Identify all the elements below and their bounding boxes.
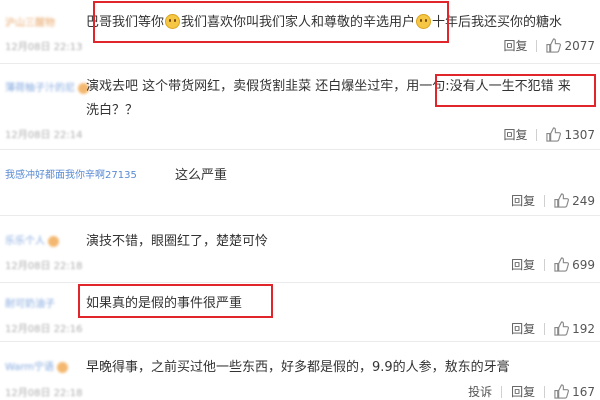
thumbs-up-icon [554, 321, 570, 336]
reply-button[interactable]: 回复 [511, 256, 535, 273]
comment-username-text: 薄荷柚子汁的尼 [5, 83, 75, 94]
comment-item: 我感冲好都面我你辛啊27135 这么严重 回复 249 [0, 150, 600, 218]
reply-button[interactable]: 回复 [503, 126, 527, 143]
like-count: 167 [572, 384, 595, 399]
like-count: 249 [572, 193, 595, 208]
reply-button[interactable]: 回复 [511, 320, 535, 337]
comment-actions: 回复 192 [511, 320, 595, 337]
comment-actions: 投诉 回复 167 [468, 383, 595, 400]
vip-badge-icon [57, 361, 69, 373]
like-count: 192 [572, 321, 595, 336]
comment-time: 12月08日 22:14 [5, 130, 83, 141]
comment-text: 演技不错，眼圈红了，楚楚可怜 [86, 234, 269, 249]
highlight-box [78, 284, 273, 318]
like-count: 2077 [564, 38, 595, 53]
comment-username[interactable]: 乐乐个人 [5, 232, 59, 247]
comment-actions: 回复 1307 [503, 126, 595, 143]
divider [501, 385, 503, 398]
like-button[interactable]: 192 [554, 321, 595, 336]
comment-username[interactable]: 沪山三醒物 [5, 14, 55, 29]
divider [536, 128, 538, 141]
like-button[interactable]: 699 [554, 257, 595, 272]
like-count: 699 [572, 257, 595, 272]
comment-item: Warm宁语 早晚得事，之前买过他一些东西，好多都是假的，9.9的人参，敖东的牙… [0, 342, 600, 400]
comment-actions: 回复 699 [511, 256, 595, 273]
highlight-box [93, 1, 449, 43]
highlight-box [435, 74, 596, 107]
thumbs-up-icon [554, 193, 570, 208]
thumbs-up-icon [546, 38, 562, 53]
reply-button[interactable]: 回复 [511, 192, 535, 209]
comment-time: 12月08日 22:13 [5, 42, 83, 53]
comment-actions: 回复 249 [511, 192, 595, 209]
comment-username[interactable]: 我感冲好都面我你辛啊27135 [5, 166, 137, 181]
comment-time: 12月08日 22:18 [5, 388, 83, 399]
report-button[interactable]: 投诉 [468, 383, 492, 400]
comment-text: 这么严重 [175, 168, 228, 183]
comment-username-text: Warm宁语 [5, 362, 55, 373]
like-count: 1307 [564, 127, 595, 142]
divider [544, 258, 546, 271]
divider [536, 39, 538, 52]
thumbs-up-icon [554, 257, 570, 272]
comment-text-part: 十年后我还买你的糖水 [432, 15, 563, 30]
comment-text: 早晚得事，之前买过他一些东西，好多都是假的，9.9的人参，敖东的牙膏 [86, 360, 510, 375]
comment-time: 12月08日 22:18 [5, 261, 83, 272]
like-button[interactable]: 2077 [546, 38, 595, 53]
comment-item: 乐乐个人 演技不错，眼圈红了，楚楚可怜 12月08日 22:18 回复 699 [0, 216, 600, 282]
divider [544, 385, 546, 398]
vip-badge-icon [48, 235, 59, 247]
divider [544, 194, 546, 207]
comment-actions: 回复 2077 [503, 37, 595, 54]
divider [544, 322, 546, 335]
comment-username[interactable]: Warm宁语 [5, 358, 69, 373]
comment-username[interactable]: 薄荷柚子汁的尼 [5, 79, 89, 94]
thumbs-up-icon [546, 127, 562, 142]
comment-username[interactable]: 耐可奶油子 [5, 295, 55, 310]
comment-time: 12月08日 22:16 [5, 324, 83, 335]
comment-username-text: 我感冲好都面我你辛啊27135 [5, 170, 137, 181]
reply-button[interactable]: 回复 [503, 37, 527, 54]
comment-username-text: 乐乐个人 [5, 236, 45, 247]
reply-button[interactable]: 回复 [511, 383, 535, 400]
like-button[interactable]: 167 [554, 384, 595, 399]
like-button[interactable]: 1307 [546, 127, 595, 142]
thumbs-up-icon [554, 384, 570, 399]
like-button[interactable]: 249 [554, 193, 595, 208]
